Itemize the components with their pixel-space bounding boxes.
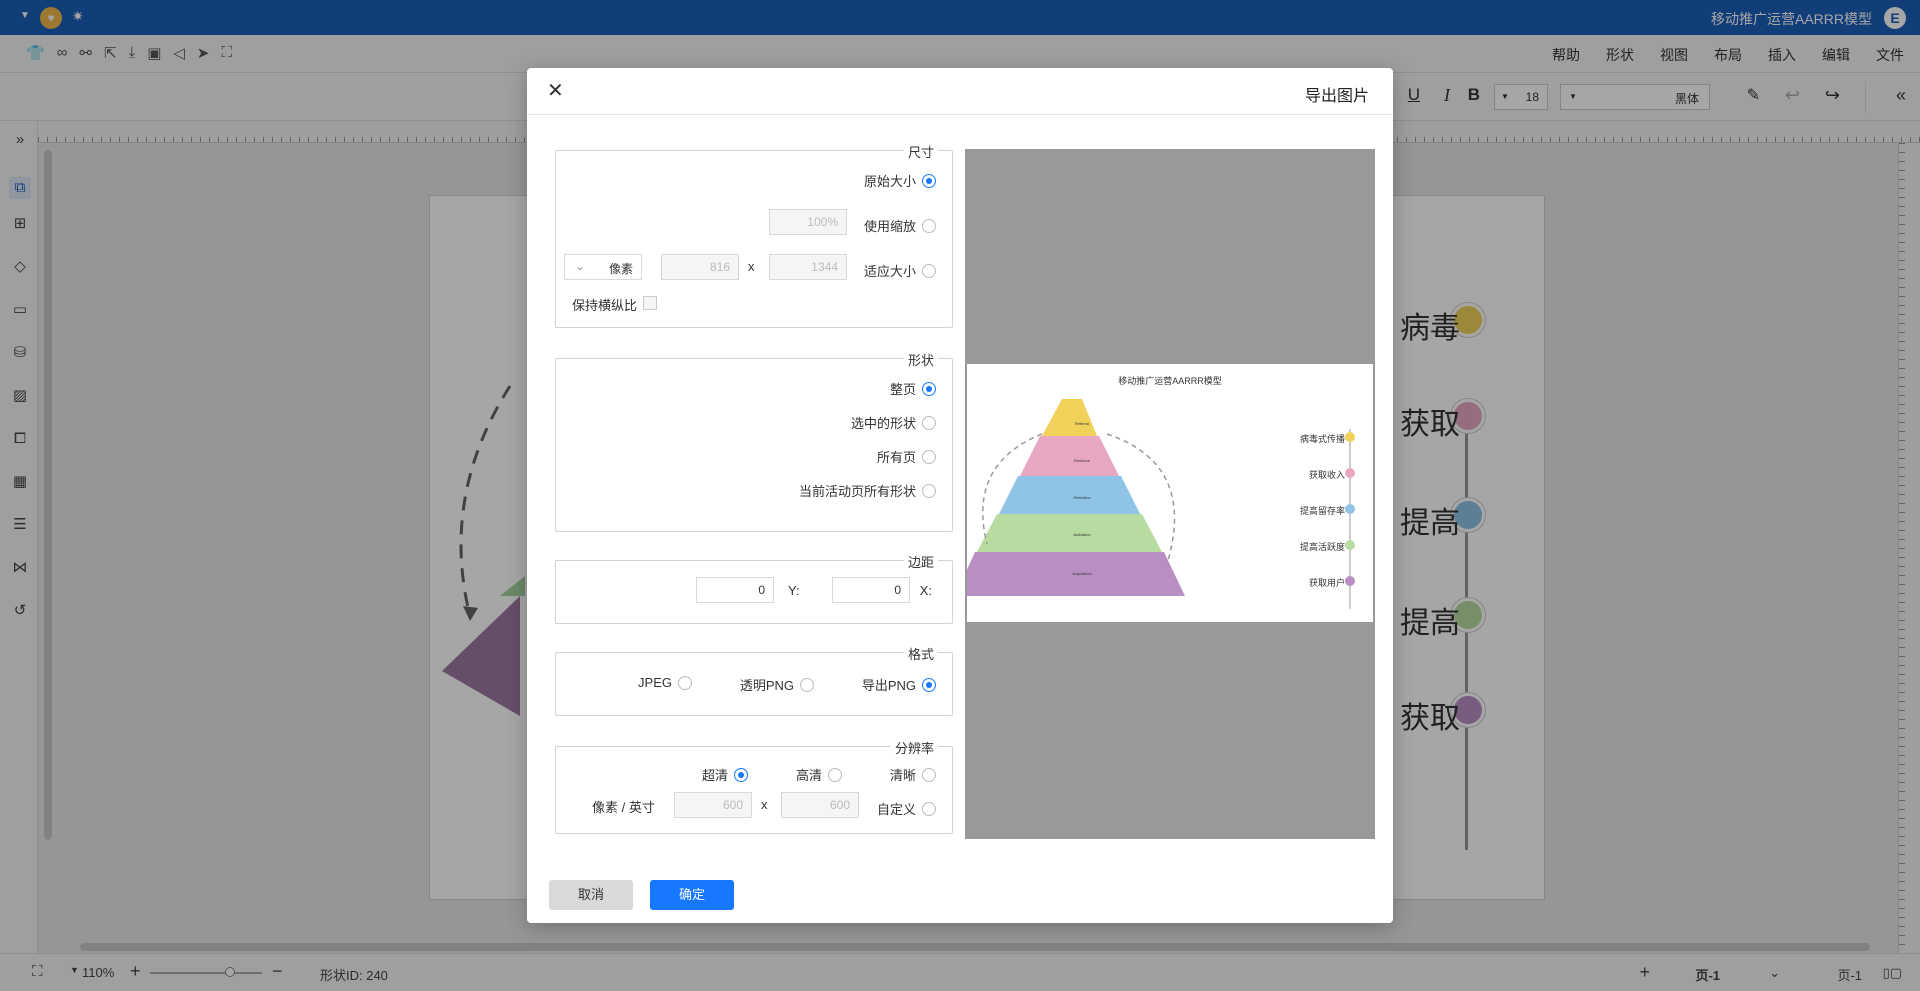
export-preview: 移动推广运营AARRR模型 Referral Revenue Retention… [965, 149, 1375, 839]
cancel-button[interactable]: 取消 [549, 880, 633, 910]
radio-indicator [678, 675, 692, 690]
ok-button[interactable]: 确定 [650, 880, 734, 910]
preview-tier-label: Acquisition [1072, 571, 1092, 576]
format-legend: 格式 [903, 644, 938, 663]
radio-indicator [828, 767, 842, 782]
fit-size-radio[interactable]: 适应大小 [864, 261, 936, 280]
radio-indicator [922, 801, 936, 816]
resolution-group: 分辨率 清晰 高清 超清 自定义 600 x 600 像素 / 英寸 [555, 738, 953, 834]
all-pages-label: 所有页 [876, 450, 916, 465]
shape-group: 形状 整页 选中的形状 所有页 当前活动页所有形状 [555, 350, 953, 532]
radio-indicator [734, 767, 748, 782]
margin-legend: 边距 [903, 552, 938, 571]
clear-label: 清晰 [889, 768, 916, 783]
use-scale-label: 使用缩放 [863, 219, 916, 234]
preview-legend-item: 获取收入 [1308, 470, 1345, 480]
whole-page-label: 整页 [889, 382, 916, 397]
chevron-down-icon: ⌄ [575, 259, 586, 273]
resolution-legend: 分辨率 [890, 738, 938, 757]
png-radio[interactable]: 导出PNG [862, 675, 936, 694]
dialog-divider [527, 114, 1393, 115]
custom-label: 自定义 [876, 802, 916, 817]
preview-node [1345, 540, 1355, 550]
unit-select[interactable]: ⌄ 像素 [564, 254, 642, 280]
close-icon[interactable]: ✕ [547, 78, 564, 103]
margin-x-input[interactable]: 0 [832, 577, 910, 603]
png-label: 导出PNG [861, 678, 916, 693]
preview-tier-label: Revenue [1073, 458, 1090, 463]
custom-radio[interactable]: 自定义 [877, 799, 936, 818]
preview-node [1345, 576, 1355, 586]
preview-legend-item: 获取用户 [1308, 578, 1345, 588]
export-image-dialog: ✕ 导出图片 尺寸 原始大小 使用缩放 100% 适应大小 1344 x 816… [527, 68, 1393, 923]
format-group: 格式 导出PNG 透明PNG JPEG [555, 644, 953, 716]
current-page-shapes-radio[interactable]: 当前活动页所有形状 [799, 481, 936, 500]
preview-tier-label: Activation [1073, 532, 1091, 537]
original-size-label: 原始大小 [863, 174, 916, 189]
radio-indicator [922, 449, 936, 464]
height-input[interactable]: 816 [661, 254, 739, 280]
radio-indicator [922, 415, 936, 430]
size-group: 尺寸 原始大小 使用缩放 100% 适应大小 1344 x 816 ⌄ 像素 保… [555, 142, 953, 328]
radio-indicator [922, 173, 936, 188]
radio-indicator [922, 218, 936, 233]
transparent-png-label: 透明PNG [739, 678, 794, 693]
scale-input[interactable]: 100% [769, 209, 847, 235]
margin-y-input[interactable]: 0 [696, 577, 774, 603]
ultra-label: 超清 [701, 768, 728, 783]
selected-shapes-radio[interactable]: 选中的形状 [851, 413, 936, 432]
size-legend: 尺寸 [903, 142, 938, 161]
radio-indicator [922, 381, 936, 396]
high-radio[interactable]: 高清 [796, 765, 842, 784]
unit-value: 像素 [608, 262, 633, 276]
radio-indicator [922, 677, 936, 692]
preview-node [1345, 468, 1355, 478]
preview-legend-item: 病毒式传播 [1299, 434, 1345, 444]
preview-legend-item: 提高活跃度 [1299, 542, 1345, 552]
radio-indicator [922, 767, 936, 782]
whole-page-radio[interactable]: 整页 [890, 379, 936, 398]
margin-x-label: X: [919, 583, 932, 598]
width-input[interactable]: 1344 [769, 254, 847, 280]
pyramid-tier-referral [1042, 399, 1097, 436]
all-pages-radio[interactable]: 所有页 [877, 447, 936, 466]
times-label: x [761, 797, 768, 812]
custom-height-input[interactable]: 600 [674, 792, 752, 818]
clear-radio[interactable]: 清晰 [890, 765, 936, 784]
jpeg-radio[interactable]: JPEG [638, 675, 692, 690]
original-size-radio[interactable]: 原始大小 [864, 171, 936, 190]
pyramid-tier-revenue [1020, 436, 1119, 476]
preview-tier-label: Retention [1073, 495, 1091, 500]
selected-shapes-label: 选中的形状 [850, 416, 916, 431]
custom-width-input[interactable]: 600 [781, 792, 859, 818]
times-label: x [748, 259, 755, 274]
keep-ratio-label: 保持横纵比 [572, 298, 638, 313]
preview-tier-label: Referral [1074, 421, 1090, 426]
preview-image: 移动推广运营AARRR模型 Referral Revenue Retention… [967, 364, 1373, 622]
jpeg-label: JPEG [638, 675, 672, 690]
high-label: 高清 [795, 768, 822, 783]
fit-size-label: 适应大小 [863, 264, 916, 279]
preview-legend-item: 提高留存率 [1299, 506, 1345, 516]
transparent-png-radio[interactable]: 透明PNG [740, 675, 814, 694]
keep-ratio-checkbox[interactable] [643, 296, 657, 310]
radio-indicator [922, 263, 936, 278]
use-scale-radio[interactable]: 使用缩放 [864, 216, 936, 235]
current-page-shapes-label: 当前活动页所有形状 [798, 484, 916, 499]
dialog-title: 导出图片 [1304, 88, 1369, 105]
margin-y-label: Y: [788, 583, 800, 598]
resolution-unit-label: 像素 / 英寸 [592, 800, 655, 815]
ultra-radio[interactable]: 超清 [702, 765, 748, 784]
shape-legend: 形状 [903, 350, 938, 369]
radio-indicator [922, 483, 936, 498]
preview-node [1345, 504, 1355, 514]
radio-indicator [800, 677, 814, 692]
preview-node [1345, 432, 1355, 442]
margin-group: 边距 X: 0 Y: 0 [555, 552, 953, 624]
